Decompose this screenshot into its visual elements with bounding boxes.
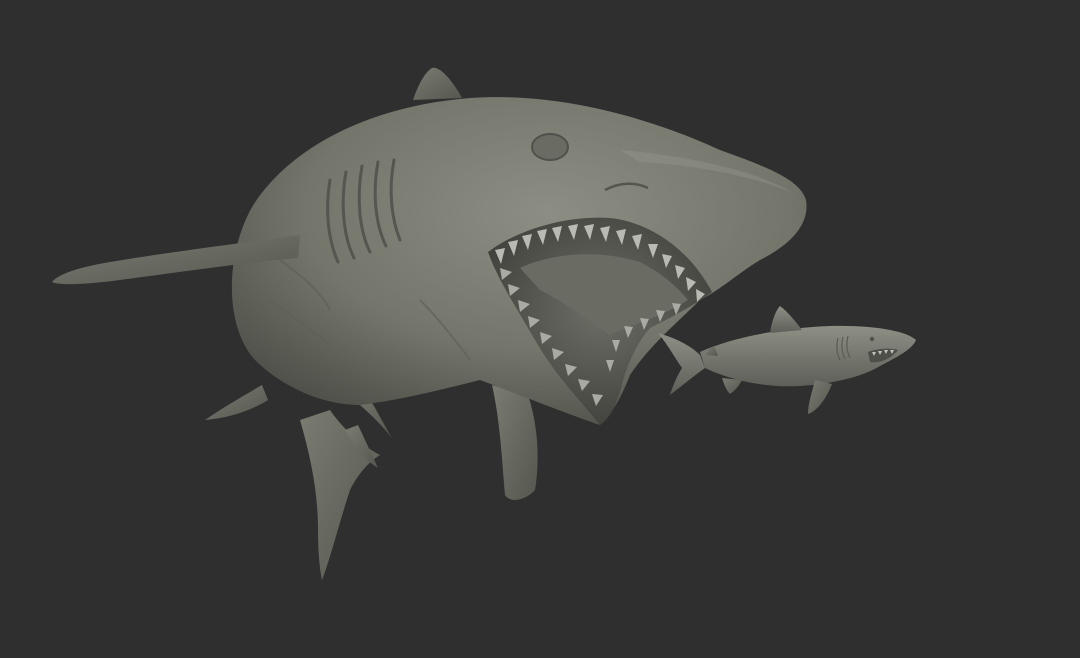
large-shark-tail [300, 410, 380, 580]
small-shark [658, 306, 916, 414]
large-shark [52, 67, 807, 580]
small-shark-dorsal-fin [770, 306, 802, 333]
large-shark-dorsal-fin [413, 67, 462, 100]
large-shark-pectoral-fin-right [492, 385, 538, 500]
small-shark-pectoral-fin [808, 380, 832, 414]
3d-viewport[interactable] [0, 0, 1080, 658]
large-shark-pelvic-fin-left [205, 385, 268, 420]
small-shark-tail [658, 333, 705, 395]
small-shark-eye [869, 336, 875, 342]
large-shark-eye [531, 133, 569, 161]
sculpt-render [52, 67, 916, 580]
small-shark-pelvic-fin [722, 378, 742, 394]
